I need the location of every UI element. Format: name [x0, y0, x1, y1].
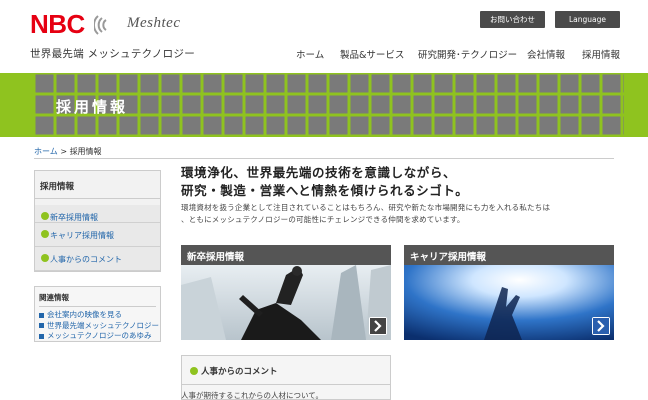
sidebar-item-label: 人事からのコメント — [50, 255, 122, 264]
square-bullet-icon — [39, 333, 44, 339]
sidebar-item-label: キャリア採用情報 — [50, 231, 114, 240]
logo-subtext: Meshtec — [127, 15, 181, 31]
main-headline: 環境浄化、世界最先端の技術を意識しながら、 研究・製造・営業へと情熱を傾けられる… — [181, 164, 468, 200]
intro-line-2: 、ともにメッシュテクノロジーの可能性にチェレンジできる仲間を求めています。 — [181, 215, 465, 224]
sidebar-item-career[interactable]: キャリア採用情報 — [35, 223, 160, 247]
intro-line-1: 環境資材を扱う企業として注目されていることはもちろん、研究や新たな市場開発にも力… — [181, 203, 551, 212]
square-bullet-icon — [39, 323, 44, 328]
bullet-icon — [190, 367, 198, 375]
site-logo[interactable]: NBC Meshtec — [30, 9, 190, 39]
language-button[interactable]: Language — [555, 11, 620, 28]
related-heading: 関連情報 — [39, 292, 156, 307]
site-header: NBC Meshtec 世界最先端 メッシュテクノロジー お問い合わせ Lang… — [0, 0, 648, 72]
sidebar-item-new-grad[interactable]: 新卒採用情報 — [35, 199, 160, 223]
related-links: 関連情報 会社案内の映像を見る 世界最先端メッシュテクノロジー メッシュテクノロ… — [34, 286, 161, 342]
related-link-video[interactable]: 会社案内の映像を見る — [39, 310, 156, 321]
sidebar-heading: 採用情報 — [35, 171, 160, 199]
sidebar-item-label: 新卒採用情報 — [50, 213, 98, 222]
related-link-label: 世界最先端メッシュテクノロジー — [47, 320, 160, 330]
bullet-icon — [41, 230, 49, 238]
new-grad-card[interactable]: 新卒採用情報 — [181, 245, 391, 340]
business-jump-image — [181, 265, 391, 340]
sidebar-item-hr-comment[interactable]: 人事からのコメント — [35, 247, 160, 271]
logo-text: NBC — [30, 9, 85, 39]
hr-comment-heading: 人事からのコメント — [190, 365, 278, 377]
nav-company[interactable]: 会社情報 — [527, 47, 565, 61]
headline-line-2: 研究・製造・営業へと情熱を傾けられるシゴト。 — [181, 183, 469, 198]
related-link-label: 会社案内の映像を見る — [47, 310, 122, 319]
headline-line-1: 環境浄化、世界最先端の技術を意識しながら、 — [181, 165, 457, 180]
arrow-right-icon[interactable] — [592, 317, 610, 335]
related-link-technology[interactable]: 世界最先端メッシュテクノロジー — [39, 320, 160, 332]
contact-button[interactable]: お問い合わせ — [480, 11, 545, 28]
logo-arc-icon — [94, 15, 107, 35]
related-link-label: メッシュテクノロジーのあゆみ — [47, 331, 152, 340]
arrow-right-icon[interactable] — [369, 317, 387, 335]
square-bullet-icon — [39, 312, 44, 318]
hand-sky-image — [404, 265, 614, 340]
career-card[interactable]: キャリア採用情報 — [404, 245, 614, 340]
bullet-icon — [41, 212, 49, 220]
sidebar: 採用情報 新卒採用情報 キャリア採用情報 人事からのコメント — [34, 170, 161, 272]
nav-home[interactable]: ホーム — [296, 47, 324, 61]
breadcrumb-separator: > — [60, 147, 68, 156]
breadcrumb-current: 採用情報 — [69, 147, 102, 156]
nav-research[interactable]: 研究開発･テクノロジー — [418, 47, 517, 61]
related-link-history[interactable]: メッシュテクノロジーのあゆみ — [39, 331, 156, 342]
breadcrumb: ホーム > 採用情報 — [34, 146, 102, 157]
breadcrumb-home[interactable]: ホーム — [34, 147, 58, 156]
hr-comment-heading-label: 人事からのコメント — [201, 367, 278, 377]
hr-comment-text: 人事が期待するこれからの人材について。 — [181, 391, 324, 400]
nav-products[interactable]: 製品&サービス — [340, 47, 404, 61]
breadcrumb-divider — [34, 158, 614, 159]
card-title: キャリア採用情報 — [404, 245, 614, 265]
site-tagline: 世界最先端 メッシュテクノロジー — [30, 48, 196, 60]
bullet-icon — [41, 254, 49, 262]
divider — [182, 384, 390, 385]
intro-text: 環境資材を扱う企業として注目されていることはもちろん、研究や新たな市場開発にも力… — [181, 202, 550, 226]
nav-recruit[interactable]: 採用情報 — [582, 47, 620, 61]
page-title: 採用情報 — [56, 98, 129, 116]
card-title: 新卒採用情報 — [181, 245, 391, 265]
